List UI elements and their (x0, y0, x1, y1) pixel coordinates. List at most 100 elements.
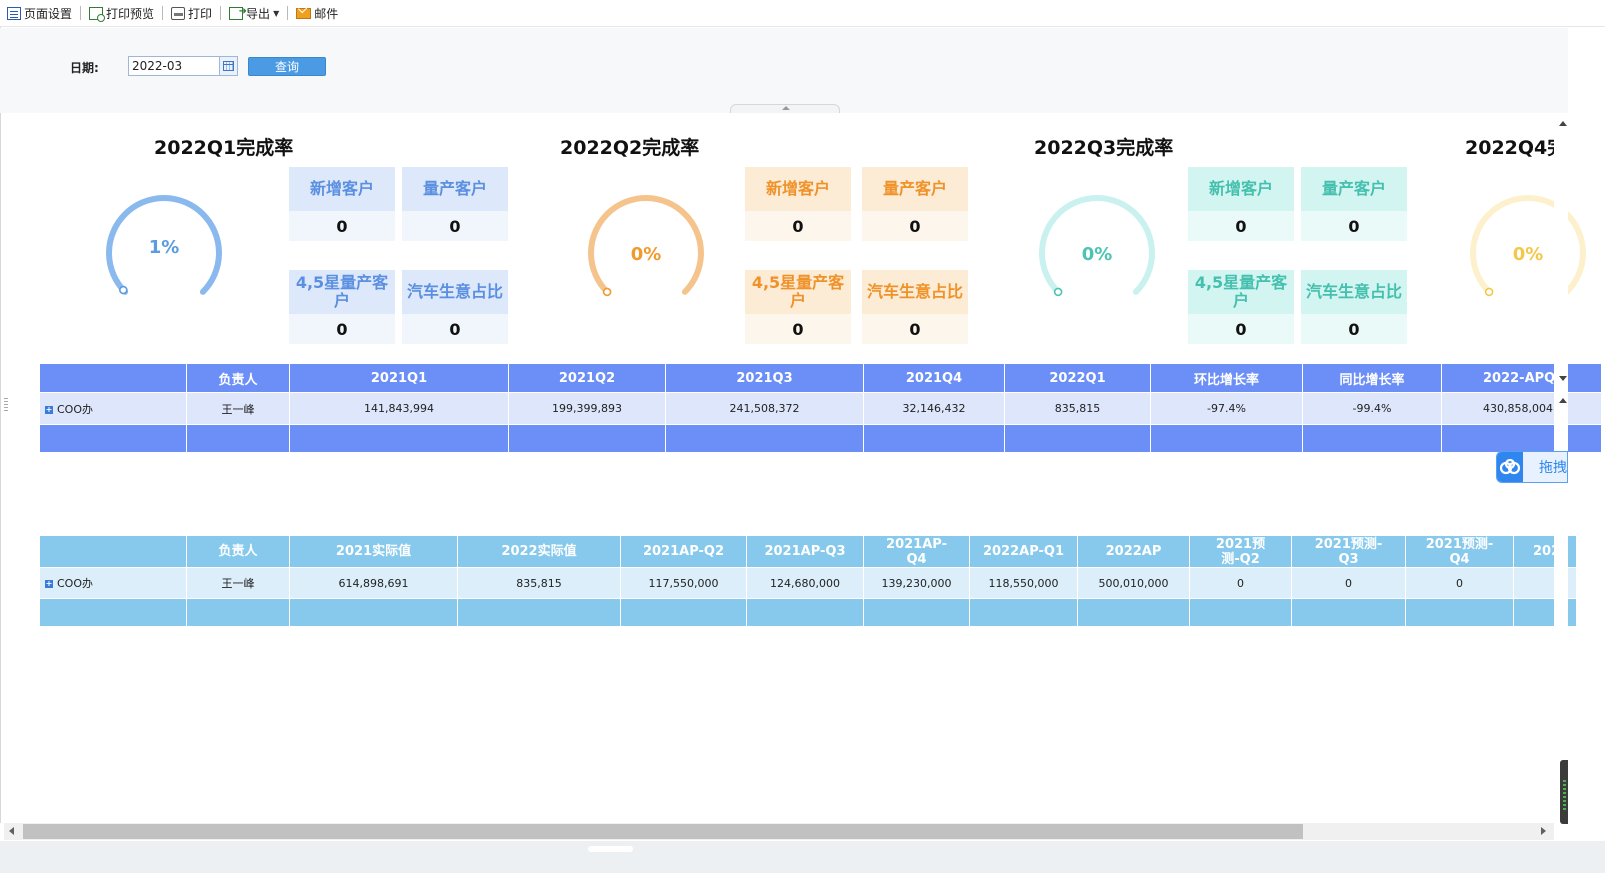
gauge-q3: 0% (1032, 190, 1162, 320)
kpi-card-star-customers: 4,5星量产客户 0 (289, 270, 395, 344)
column-header: 2021预测-Q4 (1405, 535, 1514, 568)
table-cell: 0 (1405, 567, 1514, 599)
toolbar-separator (162, 6, 164, 20)
scroll-up-icon[interactable] (1559, 398, 1567, 403)
gauge-pointer (119, 285, 128, 295)
table-cell: -97.4% (1150, 392, 1303, 425)
page-setup-label: 页面设置 (24, 6, 73, 21)
annual-plan-table: 负责人 2021实际值 2022实际值 2021AP-Q2 2021AP-Q3 … (39, 535, 1577, 627)
column-header: 负责人 (186, 363, 290, 393)
scroll-up-icon[interactable] (1559, 121, 1567, 126)
print-preview-button[interactable]: 打印预览 (85, 2, 158, 24)
date-label: 日期: (70, 61, 99, 75)
print-button[interactable]: 打印 (167, 2, 216, 24)
table-cell: 124,680,000 (746, 567, 864, 599)
calendar-button[interactable] (219, 57, 237, 75)
quarterly-table: 负责人 2021Q1 2021Q2 2021Q3 2021Q4 2022Q1 环… (39, 363, 1602, 453)
card-label: 4,5星量产客户 (1188, 270, 1294, 314)
table-total-row (39, 424, 1602, 453)
collapse-filter-handle[interactable] (730, 104, 840, 113)
toolbar: 页面设置 打印预览 打印 导出 ▼ 邮件 (0, 0, 1605, 27)
table-header-row: 负责人 2021实际值 2022实际值 2021AP-Q2 2021AP-Q3 … (39, 535, 1577, 568)
kpi-card-star-customers: 4,5星量产客户 0 (1188, 270, 1294, 344)
table-cell: 139,230,000 (863, 567, 970, 599)
export-label: 导出 (246, 6, 271, 21)
table-row: + COO办 王一峰 141,843,994 199,399,893 241,50… (39, 392, 1602, 425)
left-resize-handle[interactable] (4, 398, 8, 412)
column-header (39, 363, 187, 393)
column-header: 环比增长率 (1150, 363, 1303, 393)
gauge-pointer (602, 287, 612, 297)
card-label: 量产客户 (1301, 167, 1407, 211)
column-header: 2021Q4 (863, 363, 1005, 393)
column-header: 2021预测-Q2 (1189, 535, 1292, 568)
printer-icon (171, 6, 186, 20)
dept-cell: + COO办 (39, 567, 187, 599)
card-value: 0 (289, 211, 395, 241)
table-cell: 835,815 (1004, 392, 1151, 425)
column-header: 2022AP (1077, 535, 1190, 568)
table-cell: 430,858,004 (1441, 392, 1602, 425)
kpi-card-mass-customers: 量产客户 0 (1301, 167, 1407, 241)
page-setup-button[interactable]: 页面设置 (3, 2, 76, 24)
export-button[interactable]: 导出 ▼ (225, 2, 283, 24)
kpi-title-q2: 2022Q2完成率 (560, 137, 700, 159)
card-value: 0 (862, 211, 968, 241)
column-header: 2022Q1 (1004, 363, 1151, 393)
drag-widget[interactable]: 拖拽 (1496, 451, 1568, 483)
kpi-card-star-customers: 4,5星量产客户 0 (745, 270, 851, 344)
horizontal-scroll-thumb[interactable] (23, 824, 1303, 839)
table-cell: 0 (1189, 567, 1292, 599)
kpi-title-q3: 2022Q3完成率 (1034, 137, 1174, 159)
export-icon (229, 6, 247, 20)
card-value: 0 (402, 314, 508, 344)
mail-button[interactable]: 邮件 (292, 2, 342, 24)
column-header: 2021Q2 (508, 363, 666, 393)
bottom-bar (0, 841, 1605, 873)
scroll-down-icon[interactable] (1559, 376, 1567, 381)
drag-widget-label: 拖拽 (1539, 460, 1567, 476)
query-button[interactable]: 查询 (248, 57, 326, 76)
column-header: 2022实际值 (457, 535, 621, 568)
column-header: 2022-APQ1 (1441, 363, 1602, 393)
toolbar-separator (220, 6, 222, 20)
table-row: + COO办 王一峰 614,898,691 835,815 117,550,00… (39, 567, 1577, 599)
column-header: 负责人 (186, 535, 290, 568)
table-cell: 118,550,000 (969, 567, 1078, 599)
print-preview-label: 打印预览 (106, 6, 155, 21)
side-panel-handle[interactable] (1560, 760, 1568, 824)
scroll-left-icon[interactable] (9, 827, 14, 835)
card-value: 0 (862, 314, 968, 344)
kpi-card-auto-share: 汽车生意占比 0 (1301, 270, 1407, 344)
gauge-value: 1% (148, 237, 180, 258)
card-value: 0 (1301, 211, 1407, 241)
column-header: 2021AP-Q4 (863, 535, 970, 568)
gauge-q1: 1% (99, 190, 229, 320)
kpi-card-mass-customers: 量产客户 0 (862, 167, 968, 241)
card-label: 汽车生意占比 (862, 270, 968, 314)
table-cell: 835,815 (457, 567, 621, 599)
cloud-icon (1497, 452, 1523, 482)
table-total-row (39, 598, 1577, 627)
expand-icon[interactable]: + (45, 580, 53, 588)
report-page: 页面设置 打印预览 打印 导出 ▼ 邮件 日期: 查询 (0, 0, 1605, 873)
card-label: 新增客户 (745, 167, 851, 211)
filter-panel: 日期: 查询 (0, 28, 1568, 113)
kpi-title-q1: 2022Q1完成率 (154, 137, 294, 159)
bottom-tab[interactable] (588, 846, 633, 852)
scroll-right-icon[interactable] (1541, 827, 1546, 835)
toolbar-separator (80, 6, 82, 20)
column-header: 2021AP-Q2 (620, 535, 747, 568)
card-value: 0 (745, 211, 851, 241)
expand-icon[interactable]: + (45, 405, 53, 414)
table-cell: -99.4% (1302, 392, 1442, 425)
dept-cell: + COO办 (39, 392, 187, 425)
gauge-value: 0% (630, 244, 662, 265)
card-label: 4,5星量产客户 (745, 270, 851, 314)
table-cell: 199,399,893 (508, 392, 666, 425)
column-header: 同比增长率 (1302, 363, 1442, 393)
table-cell: 117,550,000 (620, 567, 747, 599)
calendar-icon (223, 61, 234, 71)
column-header: 2021Q3 (665, 363, 864, 393)
table-cell: 王一峰 (186, 392, 290, 425)
